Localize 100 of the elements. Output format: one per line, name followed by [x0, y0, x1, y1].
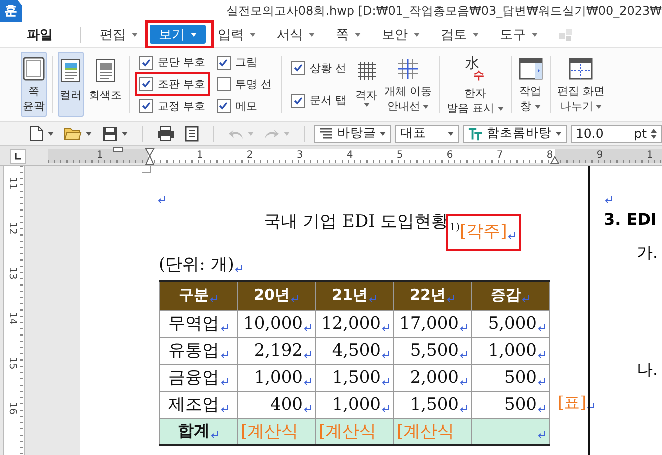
cell-value: 5,500 [410, 340, 459, 360]
ruler-number: 13 [6, 267, 18, 280]
paragraph-style-icon [319, 126, 334, 140]
ruler-number: 7 [496, 150, 504, 161]
cell-value: 400 [270, 394, 303, 414]
ruler-number: 1 [646, 150, 654, 161]
ruler-number: 4 [346, 150, 354, 161]
checkbox-square[interactable] [139, 99, 153, 114]
ruler-number: 14 [6, 312, 18, 325]
checkmark-icon [294, 96, 302, 105]
margin-marker-icon[interactable] [113, 147, 123, 152]
cell-value: 12,000 [322, 314, 381, 334]
checkbox-square[interactable] [291, 94, 305, 108]
ruler-number: 1 [196, 150, 204, 161]
ruler-number: 8 [546, 150, 554, 161]
new-document-icon [30, 126, 44, 142]
checkmark-icon [219, 102, 228, 110]
ribbon-button[interactable]: 회색조 [87, 52, 124, 117]
menu-tab[interactable]: 파일 [18, 25, 62, 44]
color-document-icon [61, 59, 81, 83]
save-icon [102, 126, 118, 142]
total-label: 합계 [178, 420, 210, 440]
row-label: 유통업 [168, 341, 220, 361]
dropdown-value: 10.0 [576, 126, 605, 141]
menu-tab[interactable]: 보기 [150, 25, 206, 44]
column-header: 증감 [491, 286, 521, 304]
checkbox-square[interactable] [139, 77, 153, 92]
checkbox-square[interactable] [291, 61, 305, 76]
hanja-icon: 水 수 [463, 57, 488, 83]
menu-tab[interactable]: 검토 [432, 25, 488, 44]
unit-label: pt [634, 126, 647, 141]
row-label: 제조업 [168, 395, 220, 415]
ruler-number: 3 [296, 150, 304, 161]
guide-lines-icon [397, 58, 420, 80]
cell-value: 500 [504, 368, 537, 388]
view-option-checkbox[interactable]: 상황 선 [289, 58, 348, 78]
formula-field-label: [계산식 [319, 422, 377, 442]
undo-icon [228, 128, 244, 140]
task-pane-icon [518, 58, 542, 80]
view-option-checkbox[interactable]: 투명 선 [214, 74, 274, 94]
checkbox-square[interactable] [216, 56, 230, 70]
indent-marker-icon[interactable] [145, 148, 155, 165]
ribbon-button[interactable]: 水 수 한자 발음 표시 [445, 52, 506, 117]
cell-value: 10,000 [244, 314, 303, 334]
document-title: 국내 기업 EDI 도입현황 [264, 212, 449, 232]
font-icon [468, 126, 484, 140]
checkbox-square[interactable] [216, 99, 230, 114]
menu-tab[interactable]: 쪽 [327, 25, 370, 44]
cell-value: 1,000 [332, 394, 381, 414]
split-view-icon [569, 58, 594, 80]
unit-label: (단위: 개) [159, 255, 234, 275]
checkbox-square[interactable] [216, 77, 230, 92]
view-option-checkbox[interactable]: 조판 부호 [137, 74, 208, 94]
caret-icon [380, 132, 386, 136]
cell-value: 4,500 [332, 340, 381, 360]
dropdown-field[interactable]: 대표 [395, 124, 459, 142]
view-option-checkbox[interactable]: 교정 부호 [137, 96, 208, 116]
list-marker: 가. [637, 243, 660, 264]
menu-tab[interactable]: 입력 [209, 25, 265, 44]
cell-value: 1,000 [254, 368, 303, 388]
footnote-number: 1) [450, 222, 460, 234]
cell-value: 1,500 [410, 394, 459, 414]
dropdown-field[interactable]: 10.0 pt [570, 124, 662, 142]
dropdown-field[interactable]: 함초롬바탕 [462, 124, 567, 142]
view-option-checkbox[interactable]: 문단 부호 [137, 52, 208, 73]
cell-value: 2,000 [410, 368, 459, 388]
preview-icon [184, 126, 199, 142]
window-title: 실전모의고사08회.hwp [D:₩01_작업총모음₩03_답변₩워드실기₩00_2023₩ [226, 2, 662, 20]
ribbon-button[interactable]: 작업 창 [516, 52, 544, 117]
row-label: 무역업 [168, 314, 220, 334]
dropdown-value: 대표 [400, 125, 428, 142]
ruler-number: 15 [6, 357, 18, 370]
view-option-checkbox[interactable]: 그림 [214, 52, 274, 73]
grayscale-document-icon [96, 59, 116, 83]
ribbon-button[interactable]: 편집 화면 나누기 [556, 52, 607, 117]
page-icon [23, 57, 45, 81]
table-field-label: [표] [558, 393, 586, 412]
cell-value: 500 [504, 394, 537, 414]
ribbon-button[interactable]: 쪽 윤곽 [21, 52, 47, 117]
cell-value: 5,000 [488, 314, 537, 334]
menu-tab[interactable]: 보안 [373, 25, 429, 44]
checkmark-icon [219, 58, 228, 67]
checkbox-square[interactable] [139, 56, 153, 70]
view-option-checkbox[interactable]: 메모 [214, 96, 274, 116]
row-label: 금융업 [168, 368, 220, 388]
column-header: 22년 [410, 286, 446, 304]
view-option-checkbox[interactable]: 문서 탭 [289, 90, 348, 111]
cell-value: 1,000 [488, 340, 537, 360]
dropdown-field[interactable]: 바탕글 [314, 124, 392, 142]
ruler-number: 9 [596, 150, 604, 161]
ribbon-button[interactable]: 개체 이동 안내선 [382, 52, 434, 117]
ribbon-button[interactable]: 격자 [354, 52, 380, 117]
ruler-number: 12 [6, 222, 18, 235]
ribbon-button[interactable]: 컬러 [58, 52, 84, 117]
tab-stop-icon[interactable] [10, 149, 26, 164]
app-logo: 훈 [0, 0, 22, 22]
menu-tab[interactable]: 편집 [91, 25, 147, 44]
menu-tab[interactable]: 서식 [268, 25, 324, 44]
menu-tab[interactable]: 도구 [491, 25, 547, 44]
folder-icon [64, 126, 82, 140]
